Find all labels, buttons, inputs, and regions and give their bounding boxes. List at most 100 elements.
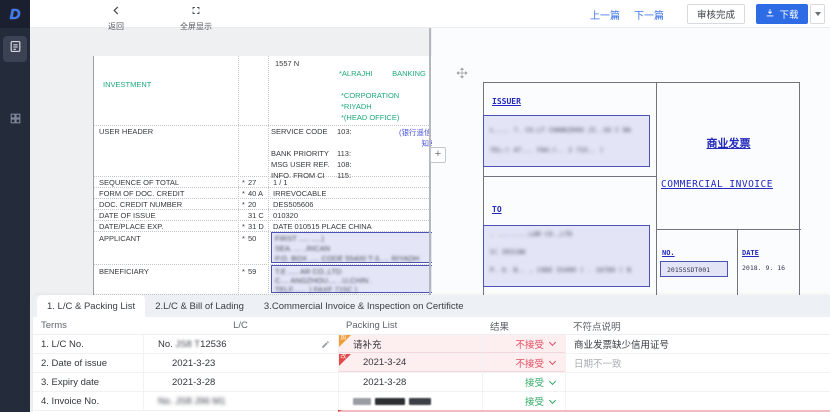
discrepancy-note-field[interactable]: 日期不一致 bbox=[565, 354, 830, 372]
field-value: 1 / 1 bbox=[273, 178, 288, 187]
to-line: P. O. B.. , CODE 55400 ( . 16789 ( N bbox=[490, 266, 631, 274]
lc-value: 2021-3-28 bbox=[158, 377, 215, 388]
term-label: 4. Invoice No. bbox=[33, 392, 143, 410]
header-lc: L/C bbox=[143, 320, 338, 331]
bank-name-line: *(HEAD OFFICE) bbox=[341, 113, 399, 122]
mandatory-star: * bbox=[242, 200, 245, 209]
result-select[interactable]: 接受 bbox=[482, 392, 565, 410]
download-dropdown-button[interactable] bbox=[810, 4, 825, 24]
invoice-no-label: NO. bbox=[662, 249, 675, 257]
tab-lc-packing-list[interactable]: 1. L/C & Packing List bbox=[37, 295, 145, 317]
field-label: SEQUENCE OF TOTAL bbox=[99, 178, 179, 187]
table-row: 4. Invoice No. No. JS8 J96 M1 接受 bbox=[33, 392, 830, 411]
header-packing-list: Packing List bbox=[338, 320, 482, 331]
tab-invoice-inspection-certificate[interactable]: 3.Commercial Invoice & Inspection on Cer… bbox=[254, 295, 474, 317]
chevron-down-icon bbox=[815, 12, 821, 16]
table-line bbox=[268, 56, 269, 323]
edit-pencil-icon[interactable] bbox=[321, 340, 330, 352]
result-select[interactable]: 接受 bbox=[482, 373, 565, 391]
bank-name-word: BANKING bbox=[392, 69, 426, 78]
download-icon bbox=[765, 8, 775, 21]
discrepancy-note-field[interactable]: 商业发票缺少信用证号 bbox=[565, 335, 830, 353]
redacted-bar bbox=[375, 398, 405, 405]
expand-divider-button[interactable]: + bbox=[430, 147, 446, 163]
field-label: APPLICANT bbox=[99, 234, 141, 243]
topbar: 返回 全屏显示 上一篇 下一篇 审核完成 下载 bbox=[0, 0, 830, 28]
bank-name-line: *CORPORATION bbox=[341, 91, 399, 100]
prev-doc-link[interactable]: 上一篇 bbox=[590, 7, 620, 22]
swift-tag: 31 C bbox=[248, 211, 264, 220]
invoice-no-value: 2015SSDT001 bbox=[667, 266, 710, 274]
bank-name-word: *ALRAJHI bbox=[339, 69, 373, 78]
lc-value-cell[interactable]: No. JS8 T12536 bbox=[143, 335, 338, 353]
sidebar-item-documents[interactable] bbox=[3, 36, 27, 62]
lc-value-redacted: No. JS8 J96 M1 bbox=[158, 396, 226, 407]
review-done-button[interactable]: 审核完成 bbox=[687, 4, 745, 24]
chevron-down-icon bbox=[549, 339, 556, 346]
swift-tag: 59 bbox=[248, 267, 256, 276]
packing-list-value-cell[interactable] bbox=[338, 392, 482, 410]
result-select[interactable]: 不接受 bbox=[482, 335, 565, 353]
invoice-no-highlight[interactable]: 2015SSDT001 bbox=[660, 261, 728, 277]
table-line bbox=[656, 83, 657, 295]
field-label: USER HEADER bbox=[99, 127, 153, 136]
result-value: 不接受 bbox=[515, 337, 544, 351]
download-label: 下载 bbox=[779, 7, 798, 21]
swift-tag: 20 bbox=[248, 200, 256, 209]
lc-value: 12536 bbox=[200, 339, 226, 350]
lc-value: No. bbox=[158, 339, 173, 350]
lc-value-cell[interactable]: No. JS8 J96 M1 bbox=[143, 392, 338, 410]
field-value: IRREVOCABLE bbox=[273, 189, 326, 198]
document-review-app: 返回 全屏显示 上一篇 下一篇 审核完成 下载 D bbox=[0, 0, 830, 412]
lc-value-redacted: JS8 T bbox=[175, 339, 200, 350]
app-logo[interactable]: D bbox=[0, 0, 30, 28]
packing-list-value: 请补充 bbox=[353, 337, 382, 351]
sidebar-item-modules[interactable] bbox=[3, 108, 27, 134]
download-button[interactable]: 下载 bbox=[756, 4, 808, 24]
table-line bbox=[484, 176, 656, 177]
field-label: BENEFICIARY bbox=[99, 267, 149, 276]
packing-list-value: 2021-3-24 bbox=[353, 357, 406, 368]
next-doc-link[interactable]: 下一篇 bbox=[634, 7, 664, 22]
field-value: TELF....... ) FAXF 715C ) bbox=[275, 285, 357, 294]
packing-list-value-cell[interactable]: 加 请补充 bbox=[338, 335, 482, 353]
invoice-date-label: DATE bbox=[742, 249, 759, 257]
chevron-down-icon bbox=[549, 396, 556, 403]
result-select[interactable]: 不接受 bbox=[482, 354, 565, 372]
fullscreen-button[interactable]: 全屏显示 bbox=[180, 2, 212, 32]
field-label: FORM OF DOC. CREDIT bbox=[99, 189, 184, 198]
discrepancy-note-field[interactable] bbox=[565, 392, 830, 410]
packing-list-value-cell[interactable]: 2021-3-28 bbox=[338, 373, 482, 391]
comparison-table-header: Terms L/C Packing List 结果 不符点说明 bbox=[33, 317, 830, 335]
issuer-highlight[interactable]: L.... ?. CO.LT CHANGZHOU JI..SU C NA TEL… bbox=[483, 115, 650, 167]
comparison-tabs: 1. L/C & Packing List 2.L/C & Bill of La… bbox=[33, 295, 830, 317]
field-value: C.... ANGZHOU.... ..U,CHIN . bbox=[275, 276, 373, 285]
discrepancy-note-field[interactable] bbox=[565, 373, 830, 391]
swift-tag: 50 bbox=[248, 234, 256, 243]
issuer-label: ISSUER bbox=[492, 97, 521, 106]
to-line: S( IRICAN bbox=[490, 248, 525, 256]
tab-lc-bill-of-lading[interactable]: 2.L/C & Bill of Lading bbox=[145, 295, 254, 317]
table-line bbox=[94, 220, 458, 221]
field-value: T.E ..... AR CO.,LTD bbox=[275, 267, 342, 276]
packing-list-value-cell[interactable]: 改 2021-3-24 bbox=[338, 354, 482, 372]
lc-document-page[interactable]: 1557 N *ALRAJHI BANKING AND INVESTMENT *… bbox=[93, 56, 458, 323]
move-handle-icon[interactable] bbox=[456, 64, 468, 83]
lc-value-cell[interactable]: 2021-3-23 bbox=[143, 354, 338, 372]
back-label: 返回 bbox=[108, 21, 124, 32]
header-discrepancy-note: 不符点说明 bbox=[565, 319, 830, 333]
field-value: DES505606 bbox=[273, 200, 313, 209]
consignee-highlight[interactable]: . ........LAR CO.,LTD S( IRICAN P. O. B.… bbox=[483, 225, 650, 287]
result-value: 接受 bbox=[525, 394, 544, 408]
chevron-down-icon bbox=[549, 358, 556, 365]
lc-value-cell[interactable]: 2021-3-28 bbox=[143, 373, 338, 391]
table-row: 1. L/C No. No. JS8 T12536 加 请补充 不接受 商业发票… bbox=[33, 335, 830, 354]
field-name: BANK PRIORITY bbox=[271, 149, 337, 158]
table-line bbox=[94, 209, 458, 210]
redacted-bar bbox=[409, 398, 431, 405]
sidebar: D bbox=[0, 0, 30, 412]
invoice-document-page[interactable]: ISSUER L.... ?. CO.LT CHANGZHOU JI..SU C… bbox=[432, 28, 830, 295]
table-row: 3. Expiry date 2021-3-28 2021-3-28 接受 bbox=[33, 373, 830, 392]
fullscreen-label: 全屏显示 bbox=[180, 21, 212, 32]
back-button[interactable]: 返回 bbox=[108, 2, 124, 32]
